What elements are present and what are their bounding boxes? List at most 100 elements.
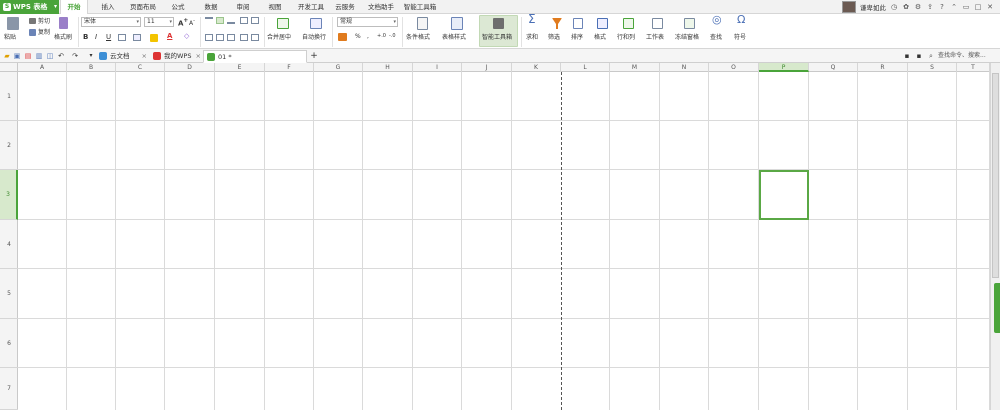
find-button[interactable]: 查找 <box>710 33 722 42</box>
window-restore-icon[interactable]: ▭ <box>962 3 970 11</box>
align-top-icon[interactable] <box>205 17 213 24</box>
find-icon[interactable]: ◎ <box>712 14 722 25</box>
increase-font-icon[interactable]: A+ <box>178 17 188 28</box>
filter-icon[interactable] <box>552 18 562 29</box>
column-header[interactable]: O <box>709 63 759 72</box>
close-icon[interactable]: × <box>196 50 201 62</box>
row-col-icon[interactable] <box>623 18 634 29</box>
print-icon[interactable]: ▥ <box>35 52 43 60</box>
worksheet-icon[interactable] <box>652 18 663 29</box>
copy-button[interactable]: 复制 <box>38 28 50 37</box>
select-all-corner[interactable] <box>0 63 18 72</box>
collapse-ribbon-icon[interactable]: ⌃ <box>950 3 958 11</box>
column-header[interactable]: N <box>660 63 709 72</box>
fill-color-icon[interactable] <box>150 34 158 42</box>
customize-toolbar-icon[interactable]: ▾ <box>87 52 95 60</box>
number-format-select[interactable]: 常规 ▾ <box>337 17 398 27</box>
clock-icon[interactable]: ◷ <box>890 3 898 11</box>
column-header[interactable]: I <box>413 63 462 72</box>
cell-pattern-icon[interactable] <box>133 34 141 41</box>
vertical-scrollbar[interactable] <box>990 63 1000 410</box>
tab-data[interactable]: 数据 <box>199 0 223 14</box>
tab-view[interactable]: 视图 <box>263 0 287 14</box>
tab-cloud-service[interactable]: 云服务 <box>332 0 358 14</box>
table-style-icon[interactable] <box>451 17 463 30</box>
tab-insert[interactable]: 插入 <box>96 0 120 14</box>
close-icon[interactable]: ✕ <box>986 3 994 11</box>
column-header[interactable]: L <box>561 63 610 72</box>
conditional-format-button[interactable]: 条件格式 <box>406 33 430 42</box>
window-maximize-icon[interactable]: □ <box>974 3 982 11</box>
export-pdf-icon[interactable]: ▤ <box>24 52 32 60</box>
scrollbar-thumb[interactable] <box>992 73 999 278</box>
app-menu-button[interactable]: S WPS 表格 ▾ <box>0 0 59 14</box>
underline-button[interactable]: U <box>106 33 111 42</box>
column-header[interactable]: F <box>265 63 314 72</box>
column-header[interactable]: R <box>858 63 908 72</box>
distributed-icon[interactable] <box>251 34 259 41</box>
doc-tab-cloud[interactable]: 云文档 × <box>96 50 150 63</box>
symbol-icon[interactable]: Ω <box>737 14 745 25</box>
decrease-font-icon[interactable]: A- <box>189 17 195 28</box>
tab-doc-assistant[interactable]: 文档助手 <box>364 0 398 14</box>
tab-developer[interactable]: 开发工具 <box>294 0 328 14</box>
column-header[interactable]: S <box>908 63 957 72</box>
skin-icon[interactable]: ✿ <box>902 3 910 11</box>
close-icon[interactable]: × <box>142 50 147 62</box>
column-header-selected[interactable]: P <box>759 63 809 72</box>
align-middle-icon[interactable] <box>216 17 224 24</box>
filter-button[interactable]: 筛选 <box>548 33 560 42</box>
freeze-panes-icon[interactable] <box>684 18 695 29</box>
wrap-text-icon[interactable] <box>310 18 322 29</box>
tab-page-layout[interactable]: 页面布局 <box>126 0 160 14</box>
font-name-select[interactable]: 宋体 ▾ <box>81 17 141 27</box>
tab-home[interactable]: 开始 <box>60 0 88 15</box>
column-header[interactable]: B <box>67 63 116 72</box>
paste-button[interactable]: 粘贴 <box>4 33 16 42</box>
new-tab-icon[interactable]: + <box>310 52 318 61</box>
merge-center-icon[interactable] <box>277 18 289 29</box>
message-icon[interactable]: ▪ <box>903 52 911 60</box>
clear-format-icon[interactable]: ◇ <box>184 32 189 41</box>
border-icon[interactable] <box>118 34 126 41</box>
format-painter-icon[interactable] <box>59 17 68 29</box>
format-button[interactable]: 格式 <box>594 33 606 42</box>
column-header[interactable]: H <box>363 63 413 72</box>
settings-icon[interactable]: ⚙ <box>914 3 922 11</box>
column-header[interactable]: J <box>462 63 512 72</box>
percent-button[interactable]: % <box>355 32 361 41</box>
selected-cell[interactable] <box>759 170 809 220</box>
column-header[interactable]: K <box>512 63 561 72</box>
align-left-icon[interactable] <box>205 34 213 41</box>
align-right-icon[interactable] <box>227 34 235 41</box>
format-painter-button[interactable]: 格式刷 <box>54 33 72 42</box>
font-size-select[interactable]: 11 ▾ <box>144 17 174 27</box>
wrap-text-button[interactable]: 自动换行 <box>302 33 326 42</box>
open-folder-icon[interactable]: ▰ <box>3 52 11 60</box>
tab-review[interactable]: 审阅 <box>231 0 255 14</box>
doc-tab-my-wps[interactable]: 我的WPS × <box>150 50 204 63</box>
user-name[interactable]: 谦卑如此 <box>860 2 886 12</box>
feedback-icon[interactable]: ▪ <box>915 52 923 60</box>
side-panel-toggle[interactable] <box>994 283 1000 333</box>
column-header[interactable]: D <box>165 63 215 72</box>
italic-button[interactable]: I <box>95 33 97 42</box>
row-header[interactable]: 4 <box>0 220 18 269</box>
column-header[interactable]: G <box>314 63 363 72</box>
symbol-button[interactable]: 符号 <box>734 33 746 42</box>
smart-toolbox-button[interactable]: 智能工具箱 <box>482 33 512 42</box>
row-header[interactable]: 1 <box>0 72 18 121</box>
paste-icon[interactable] <box>7 17 19 30</box>
merge-center-button[interactable]: 合并居中 <box>267 33 291 42</box>
tab-smart-toolbox[interactable]: 智能工具箱 <box>400 0 440 14</box>
table-style-button[interactable]: 表格样式 <box>442 33 466 42</box>
align-center-icon[interactable] <box>216 34 224 41</box>
row-header[interactable]: 7 <box>0 368 18 410</box>
print-preview-icon[interactable]: ◫ <box>46 52 54 60</box>
increase-decimal-icon[interactable]: +.0 <box>377 32 386 41</box>
row-header[interactable]: 2 <box>0 121 18 170</box>
justify-icon[interactable] <box>240 34 248 41</box>
column-header[interactable]: Q <box>809 63 858 72</box>
format-icon[interactable] <box>597 18 608 29</box>
sort-button[interactable]: 排序 <box>571 33 583 42</box>
